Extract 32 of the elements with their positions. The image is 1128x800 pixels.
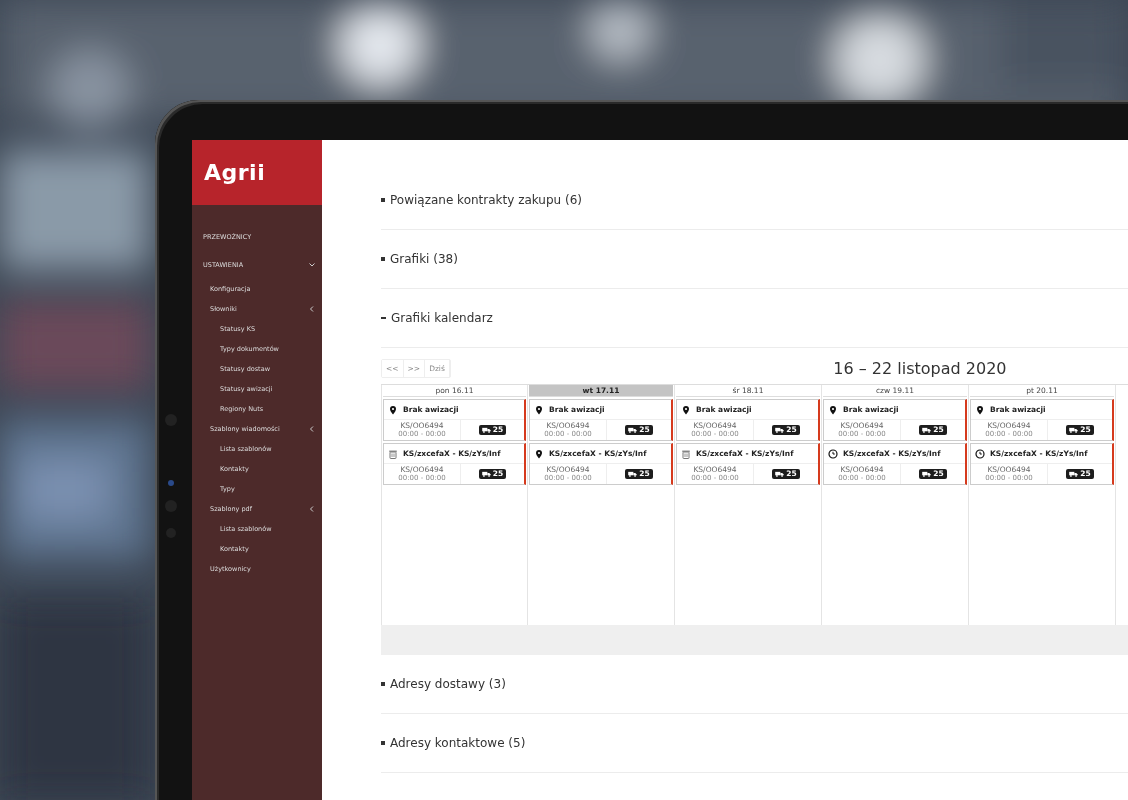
trash-icon — [681, 448, 691, 459]
chevron-left-icon — [308, 505, 316, 513]
map-pin-icon — [534, 404, 544, 415]
map-pin-icon — [388, 404, 398, 415]
truck-icon — [775, 471, 785, 477]
map-pin-icon — [681, 404, 691, 415]
truck-icon — [1069, 471, 1079, 477]
clock-icon — [828, 448, 838, 459]
truck-icon — [628, 427, 638, 433]
calendar-title: 16 – 22 listopad 2020 — [833, 358, 1007, 378]
truck-icon — [775, 427, 785, 433]
section-toggle[interactable]: Adresy dostawy (3) — [381, 677, 506, 691]
section-toggle[interactable]: Grafiki (38) — [381, 252, 458, 266]
map-pin-icon — [975, 404, 985, 415]
clock-icon — [975, 448, 985, 459]
chevron-down-icon — [308, 261, 316, 269]
truck-icon — [922, 427, 932, 433]
truck-icon — [1069, 427, 1079, 433]
map-pin-icon — [828, 404, 838, 415]
trash-icon — [388, 448, 398, 459]
logo: Agrii — [204, 160, 266, 185]
section-toggle[interactable]: Adresy kontaktowe (5) — [381, 736, 526, 750]
section-toggle[interactable]: Grafiki kalendarz — [381, 311, 493, 325]
truck-icon — [628, 471, 638, 477]
section-toggle[interactable]: Powiązane kontrakty zakupu (6) — [381, 193, 582, 207]
chevron-left-icon — [308, 425, 316, 433]
truck-icon — [922, 471, 932, 477]
map-pin-icon — [534, 448, 544, 459]
sensor-dot — [168, 480, 174, 486]
truck-icon — [481, 471, 491, 477]
truck-icon — [481, 427, 491, 433]
chevron-left-icon — [308, 305, 316, 313]
